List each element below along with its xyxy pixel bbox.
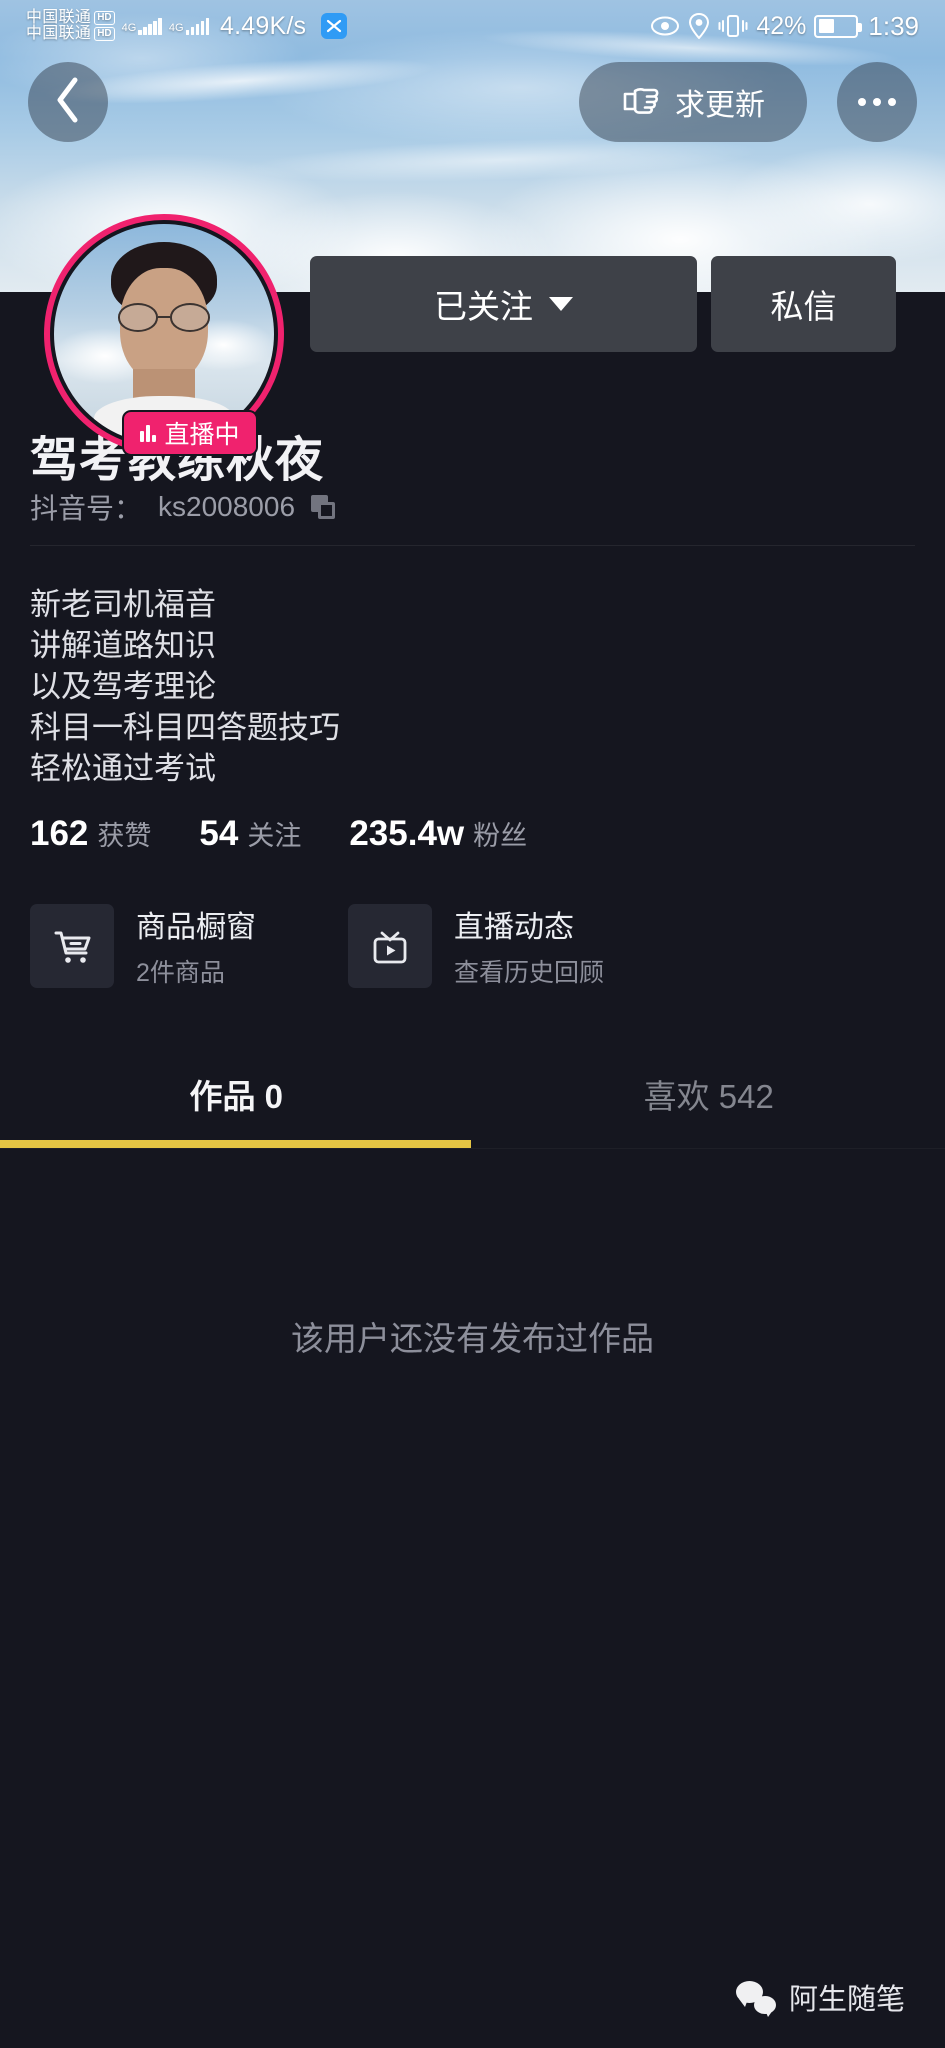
stat-following-value: 54 [199, 814, 239, 853]
network-type-label-1: 4G [121, 22, 137, 34]
stat-followers-value: 235.4w [349, 814, 465, 853]
empty-state-message: 该用户还没有发布过作品 [291, 1320, 654, 1357]
stat-followers-label: 粉丝 [473, 821, 528, 851]
pointing-hand-icon [621, 76, 661, 128]
stat-likes[interactable]: 162 获赞 [30, 814, 151, 854]
bio-line: 轻松通过考试 [30, 751, 216, 786]
network-speed-label: 4.49K/s [220, 11, 307, 40]
content-tabs: 作品 0 喜欢 542 [0, 1048, 945, 1140]
douyin-id-value: ks2008006 [158, 491, 296, 522]
live-replay-title: 直播动态 [454, 911, 574, 944]
carrier-row-1: 中国联通 HD [26, 8, 115, 26]
phone-screen: 中国联通 HD 中国联通 HD 4G 4G 4.49K/s 42% 1:39 求… [0, 0, 945, 2048]
carrier-name-2: 中国联通 [26, 25, 92, 42]
battery-percent-label: 42% [756, 11, 807, 40]
tab-likes-label: 喜欢 542 [643, 1078, 774, 1115]
bio-line: 以及驾考理论 [30, 669, 216, 704]
signal-unit-1: 4G [122, 17, 162, 35]
live-replay-subtitle: 查看历史回顾 [454, 959, 605, 987]
signal-bars-icon-1 [138, 17, 162, 35]
profile-bio: 新老司机福音 讲解道路知识 以及驾考理论 科目一科目四答题技巧 轻松通过考试 [30, 584, 340, 789]
watermark-label: 阿生随笔 [788, 1984, 905, 2016]
follow-status-button[interactable]: 已关注 [310, 256, 697, 352]
douyin-id-row[interactable]: 抖音号： ks2008006 [30, 487, 336, 527]
carrier-name-1: 中国联通 [26, 8, 92, 26]
stat-followers[interactable]: 235.4w 粉丝 [349, 814, 527, 854]
product-showcase-card[interactable]: 商品橱窗 2件商品 [30, 902, 256, 989]
section-divider [30, 545, 915, 546]
content-separator [0, 1148, 945, 1149]
shopping-cart-icon [30, 903, 114, 988]
status-bar: 中国联通 HD 中国联通 HD 4G 4G 4.49K/s 42% 1:39 [0, 0, 945, 52]
bio-line: 新老司机福音 [30, 587, 216, 622]
bio-line: 科目一科目四答题技巧 [30, 710, 340, 745]
vibrate-icon [718, 13, 748, 39]
tab-works-label: 作品 0 [189, 1078, 284, 1115]
tab-likes[interactable]: 喜欢 542 [473, 1048, 945, 1140]
wechat-icon [735, 1980, 776, 2017]
hd-badge-1: HD [94, 10, 115, 25]
tv-play-icon [348, 903, 432, 988]
carrier-row-2: 中国联通 HD [26, 25, 115, 42]
direct-message-label: 私信 [770, 288, 837, 325]
follow-status-label: 已关注 [434, 288, 533, 325]
status-bar-right: 42% 1:39 [650, 11, 919, 42]
direct-message-button[interactable]: 私信 [711, 256, 896, 352]
stat-following-label: 关注 [247, 821, 302, 851]
douyin-id-label: 抖音号： [30, 493, 143, 524]
status-bar-left: 中国联通 HD 中国联通 HD 4G 4G 4.49K/s [26, 8, 348, 43]
status-bar-clock: 1:39 [868, 10, 919, 41]
chevron-left-icon [54, 77, 82, 128]
carrier-labels: 中国联通 HD 中国联通 HD [26, 8, 115, 43]
request-update-label: 求更新 [675, 89, 765, 122]
battery-icon [814, 14, 863, 38]
top-navigation-bar: 求更新 [0, 62, 945, 148]
profile-entry-cards: 商品橱窗 2件商品 直播动态 查看历史回顾 [30, 902, 604, 989]
stat-likes-label: 获赞 [97, 821, 152, 851]
copy-icon[interactable] [311, 495, 336, 519]
chevron-down-icon [549, 297, 573, 311]
signal-bars-icon-2 [185, 17, 210, 35]
request-update-button[interactable]: 求更新 [579, 62, 807, 142]
network-type-label-2: 4G [168, 22, 184, 34]
live-badge-label: 直播中 [164, 421, 240, 449]
avatar-container[interactable]: 直播中 [44, 214, 284, 456]
profile-action-buttons: 已关注 私信 [310, 256, 896, 352]
stat-likes-value: 162 [30, 814, 89, 853]
product-showcase-text: 商品橱窗 2件商品 [136, 902, 256, 989]
profile-stats: 162 获赞 54 关注 235.4w 粉丝 [30, 814, 527, 854]
more-horizontal-icon [858, 98, 896, 106]
active-tab-indicator [0, 1140, 471, 1148]
bio-line: 讲解道路知识 [30, 628, 216, 663]
signal-unit-2: 4G [168, 17, 210, 35]
more-options-button[interactable] [837, 62, 917, 142]
live-status-badge[interactable]: 直播中 [122, 410, 258, 456]
live-replay-card[interactable]: 直播动态 查看历史回顾 [348, 902, 604, 989]
back-button[interactable] [28, 62, 108, 142]
wechat-icon [321, 13, 348, 39]
stat-following[interactable]: 54 关注 [199, 814, 301, 854]
eye-icon [650, 15, 680, 37]
tab-works[interactable]: 作品 0 [0, 1048, 473, 1140]
hd-badge-2: HD [94, 27, 115, 42]
watermark: 阿生随笔 [735, 1976, 905, 2018]
product-showcase-subtitle: 2件商品 [136, 959, 225, 987]
profile-body: 直播中 已关注 私信 驾考教练秋夜 抖音号： ks2008006 新老司机福音 … [0, 214, 945, 2048]
live-replay-text: 直播动态 查看历史回顾 [454, 902, 604, 989]
location-pin-icon [688, 13, 710, 39]
product-showcase-title: 商品橱窗 [136, 911, 256, 944]
live-wave-icon [140, 424, 156, 442]
